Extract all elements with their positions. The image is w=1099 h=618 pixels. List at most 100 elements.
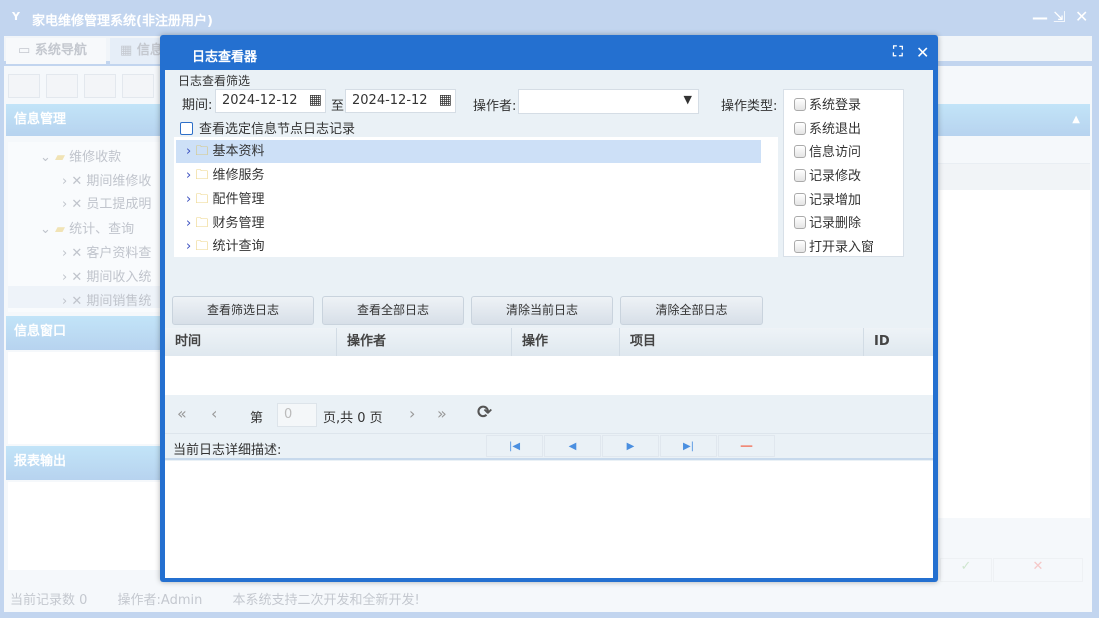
optype-checkbox[interactable]: 记录增加 xyxy=(794,189,861,208)
folder-icon: 🗀 xyxy=(195,216,209,231)
next-record-icon[interactable]: ▶ xyxy=(602,435,659,457)
record-count: 当前记录数 0 xyxy=(10,593,88,608)
filter-title: 日志查看筛选 xyxy=(178,74,251,88)
dialog-title: 日志查看器 xyxy=(192,50,258,65)
info-window-body xyxy=(8,352,160,444)
column-operator[interactable]: 操作者 xyxy=(337,328,512,356)
to-label: 至 xyxy=(331,99,345,114)
maximize-icon[interactable]: ⛶ xyxy=(893,44,903,60)
tree-node[interactable]: › ✕ 客户资料查 xyxy=(62,242,151,261)
folder-icon: 🗀 xyxy=(195,239,209,254)
first-record-icon[interactable]: |◀ xyxy=(486,435,543,457)
app-titlebar: Y 家电维修管理系统(非注册用户) — ⇲ ✕ xyxy=(0,0,1099,36)
calendar-icon[interactable]: ▦ xyxy=(439,92,452,108)
folder-icon: ▰ xyxy=(55,222,66,237)
detail-textarea[interactable] xyxy=(165,461,933,578)
status-operator: 操作者:Admin xyxy=(117,593,203,608)
tree-node[interactable]: › ✕ 期间收入统 xyxy=(62,266,151,285)
chevron-down-icon[interactable]: ▼ xyxy=(684,93,692,106)
detail-label: 当前日志详细描述: xyxy=(173,443,282,458)
prev-record-icon[interactable]: ◀ xyxy=(544,435,601,457)
grid-icon: ▦ xyxy=(120,43,133,58)
dialog-body: 日志查看筛选 期间: 2024-12-12 ▦ 至 2024-12-12 ▦ 操… xyxy=(165,70,933,578)
optype-checkbox[interactable]: 记录删除 xyxy=(794,212,861,231)
clear-current-log-button[interactable]: 清除当前日志 xyxy=(471,296,613,325)
tool-icon: ✕ xyxy=(71,174,83,189)
tool-icon: ✕ xyxy=(71,270,83,285)
optype-checkbox[interactable]: 打开录入窗 xyxy=(794,236,874,255)
last-record-icon[interactable]: ▶| xyxy=(660,435,717,457)
list-tool-button[interactable] xyxy=(46,74,78,98)
column-time[interactable]: 时间 xyxy=(165,328,337,356)
tool-icon: ✕ xyxy=(71,246,83,261)
cancel-button[interactable]: ✕ xyxy=(993,558,1083,582)
page-input[interactable]: 0 xyxy=(277,403,317,427)
optype-checkbox[interactable]: 记录修改 xyxy=(794,165,861,184)
collapse-up-icon[interactable]: ▲ xyxy=(1072,104,1080,136)
tree-node[interactable]: › ✕ 员工提成明 xyxy=(62,193,151,212)
search-tool-button[interactable] xyxy=(8,74,40,98)
document-tool-button[interactable] xyxy=(84,74,116,98)
folder-icon: ▰ xyxy=(55,150,66,165)
node-log-checkbox[interactable]: 查看选定信息节点日志记录 xyxy=(180,118,355,137)
status-note: 本系统支持二次开发和全新开发! xyxy=(232,593,420,608)
report-output-body xyxy=(8,482,160,570)
total-pages: 页,共 0 页 xyxy=(323,411,383,426)
date-from-field[interactable]: 2024-12-12 ▦ xyxy=(215,89,326,113)
close-icon[interactable]: ✕ xyxy=(1075,7,1088,26)
log-viewer-dialog: 日志查看器 ⛶ ✕ 日志查看筛选 期间: 2024-12-12 ▦ 至 2024… xyxy=(160,35,938,582)
restore-icon[interactable]: ⇲ xyxy=(1053,8,1066,26)
node-tree: › 🗀 基本资料 › 🗀 维修服务 › 🗀 配件管理 › 🗀 财务管理 › 🗀 … xyxy=(174,137,778,257)
column-operation[interactable]: 操作 xyxy=(512,328,620,356)
view-all-log-button[interactable]: 查看全部日志 xyxy=(322,296,464,325)
optype-list: 系统登录 系统退出 信息访问 记录修改 记录增加 记录删除 打开录入窗 xyxy=(783,89,904,257)
pager: « ‹ 第 0 页,共 0 页 › » ⟳ xyxy=(165,396,933,433)
last-page-icon[interactable]: » xyxy=(437,404,447,423)
delete-record-icon[interactable]: — xyxy=(718,435,775,457)
log-grid-body xyxy=(165,356,933,395)
optype-checkbox[interactable]: 系统登录 xyxy=(794,94,861,113)
dialog-close-icon[interactable]: ✕ xyxy=(916,43,929,62)
tab-system-nav[interactable]: ▭ 系统导航 xyxy=(6,38,106,64)
optype-checkbox[interactable]: 系统退出 xyxy=(794,118,861,137)
tree-node[interactable]: › ✕ 期间维修收 xyxy=(62,170,151,189)
prev-page-icon[interactable]: ‹ xyxy=(211,404,217,423)
tree-node[interactable]: ⌄ ▰ 统计、查询 xyxy=(40,218,134,237)
view-filtered-log-button[interactable]: 查看筛选日志 xyxy=(172,296,314,325)
tree-node[interactable]: ⌄ ▰ 维修收款 xyxy=(40,146,121,165)
refresh-icon[interactable]: ⟳ xyxy=(477,402,492,423)
folder-icon: 🗀 xyxy=(195,192,209,207)
tree-node[interactable]: › 🗀 财务管理 xyxy=(176,212,265,235)
tree-node[interactable]: › ✕ 期间销售统 xyxy=(8,286,160,309)
date-to-field[interactable]: 2024-12-12 ▦ xyxy=(345,89,456,113)
optype-label: 操作类型: xyxy=(721,99,778,114)
column-item[interactable]: 项目 xyxy=(620,328,864,356)
tool-icon: ✕ xyxy=(71,294,83,309)
nav-tree: ⌄ ▰ 维修收款 › ✕ 期间维修收 › ✕ 员工提成明 ⌄ ▰ 统计、查询 ›… xyxy=(8,142,160,312)
tree-node[interactable]: › 🗀 配件管理 xyxy=(176,188,265,211)
report-output-header[interactable]: 报表输出 xyxy=(6,446,162,480)
user-tool-button[interactable] xyxy=(122,74,154,98)
operator-select[interactable]: ▼ xyxy=(518,89,699,114)
tree-node[interactable]: › 🗀 统计查询 xyxy=(176,235,265,258)
folder-icon: 🗀 xyxy=(195,168,209,183)
folder-icon: 🗀 xyxy=(195,144,209,159)
status-bar: 当前记录数 0 操作者:Admin 本系统支持二次开发和全新开发! xyxy=(10,589,420,608)
calendar-icon[interactable]: ▦ xyxy=(309,92,322,108)
clear-all-log-button[interactable]: 清除全部日志 xyxy=(620,296,763,325)
minimize-icon[interactable]: — xyxy=(1032,8,1048,27)
tree-node[interactable]: › 🗀 维修服务 xyxy=(176,164,265,187)
confirm-button[interactable]: ✓ xyxy=(940,558,992,582)
app-logo-icon: Y xyxy=(12,10,20,23)
column-id[interactable]: ID xyxy=(864,328,933,356)
toolbar xyxy=(8,74,168,100)
first-page-icon[interactable]: « xyxy=(177,404,187,423)
app-title: 家电维修管理系统(非注册用户) xyxy=(32,14,213,29)
optype-checkbox[interactable]: 信息访问 xyxy=(794,141,861,160)
info-window-header[interactable]: 信息窗口 xyxy=(6,316,162,350)
next-page-icon[interactable]: › xyxy=(409,404,415,423)
tree-node-basic[interactable]: › 🗀 基本资料 xyxy=(176,140,761,163)
period-label: 期间: xyxy=(182,98,213,113)
operator-label: 操作者: xyxy=(473,99,517,114)
detail-bar: 当前日志详细描述: |◀ ◀ ▶ ▶| — xyxy=(165,433,933,460)
